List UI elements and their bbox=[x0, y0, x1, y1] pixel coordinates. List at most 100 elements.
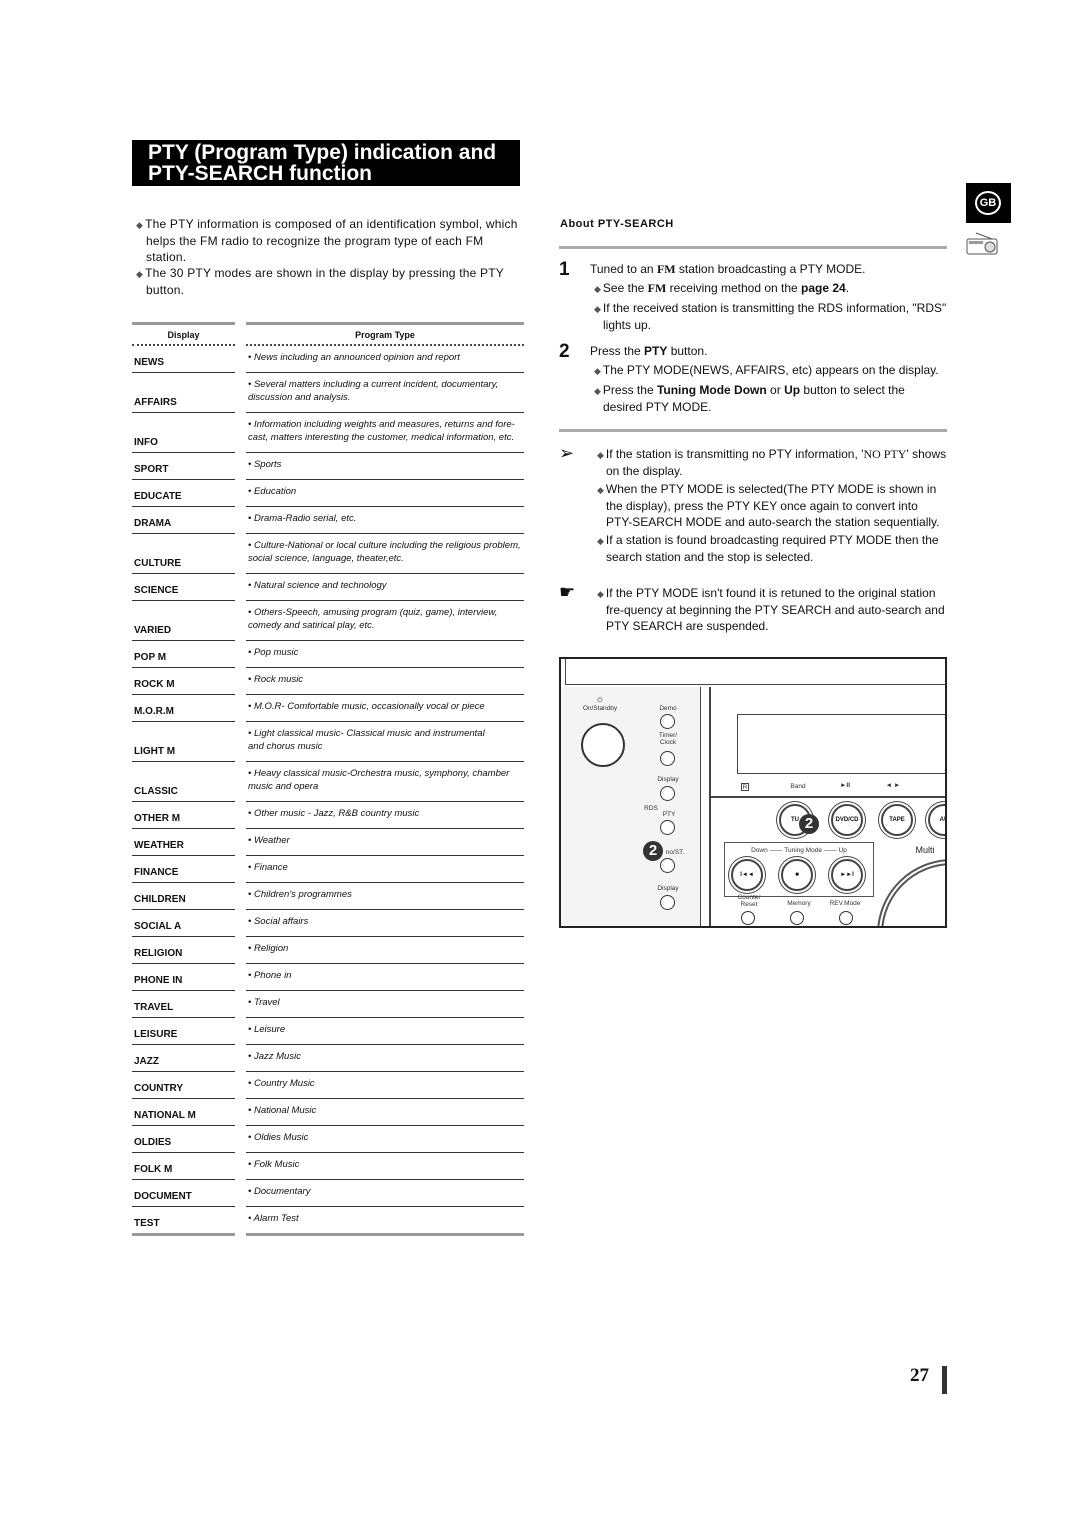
pty-program-type: • Leisure bbox=[246, 1018, 524, 1045]
table-row: OTHER M • Other music - Jazz, R&B country… bbox=[132, 802, 524, 829]
pty-display-code: DOCUMENT bbox=[132, 1180, 235, 1207]
pty-program-type: • Travel bbox=[246, 991, 524, 1018]
tape-button[interactable]: TAPE bbox=[881, 804, 913, 836]
pty-display-code: M.O.R.M bbox=[132, 695, 235, 722]
pty-program-type: • Education bbox=[246, 480, 524, 507]
pty-program-type: • Documentary bbox=[246, 1180, 524, 1207]
divider bbox=[559, 246, 947, 249]
table-row: AFFAIRS • Several matters including a cur… bbox=[132, 373, 524, 413]
pty-display-code: FINANCE bbox=[132, 856, 235, 883]
step-number: 1 bbox=[559, 259, 570, 280]
table-row: LEISURE • Leisure bbox=[132, 1018, 524, 1045]
pty-program-type: • Heavy classical music-Orchestra music,… bbox=[246, 762, 524, 802]
radio-icon bbox=[966, 232, 998, 255]
multi-label: Multi bbox=[905, 845, 945, 855]
table-row: JAZZ • Jazz Music bbox=[132, 1045, 524, 1072]
step-bullet: ◆ If the received station is transmitting… bbox=[594, 301, 947, 332]
pty-program-type: • Rock music bbox=[246, 668, 524, 695]
demo-button[interactable] bbox=[660, 714, 675, 729]
tip-block: ☛ ◆ If the PTY MODE isn't found it is ret… bbox=[559, 583, 947, 636]
diamond-icon: ◆ bbox=[136, 269, 144, 279]
table-header: Display Program Type bbox=[132, 322, 524, 346]
table-row: TEST • Alarm Test bbox=[132, 1207, 524, 1236]
pty-display-code: NEWS bbox=[132, 346, 235, 373]
step-1: 1 Tuned to an FM station broadcasting a … bbox=[559, 259, 947, 333]
table-row: INFO • Information including weights and … bbox=[132, 413, 524, 453]
display-button[interactable] bbox=[660, 895, 675, 910]
table-row: SPORT • Sports bbox=[132, 453, 524, 480]
rev-mode-button[interactable] bbox=[839, 911, 853, 925]
pty-program-type: • News including an announced opinion an… bbox=[246, 346, 524, 373]
section-heading: About PTY-SEARCH bbox=[560, 218, 674, 230]
table-row: SCIENCE • Natural science and technology bbox=[132, 574, 524, 601]
language-badge: GB bbox=[966, 183, 1011, 223]
pty-program-type: • Alarm Test bbox=[246, 1207, 524, 1236]
table-row: LIGHT M • Light classical music- Classica… bbox=[132, 722, 524, 762]
table-row: DRAMA • Drama-Radio serial, etc. bbox=[132, 507, 524, 534]
intro-bullet: ◆ The 30 PTY modes are shown in the displ… bbox=[136, 266, 504, 297]
pty-display-code: EDUCATE bbox=[132, 480, 235, 507]
pty-program-type: • Other music - Jazz, R&B country music bbox=[246, 802, 524, 829]
pty-program-type: • Several matters including a current in… bbox=[246, 373, 524, 413]
multi-jog-dial[interactable] bbox=[877, 859, 945, 926]
tuning-up-button[interactable]: ►►I bbox=[831, 859, 863, 891]
on-standby-button[interactable] bbox=[581, 723, 625, 767]
pty-program-type: • Natural science and technology bbox=[246, 574, 524, 601]
table-row: PHONE IN • Phone in bbox=[132, 964, 524, 991]
table-row: CULTURE • Culture-National or local cultu… bbox=[132, 534, 524, 574]
stop-button[interactable]: ■ bbox=[781, 859, 813, 891]
table-row: VARIED • Others-Speech, amusing program (… bbox=[132, 601, 524, 641]
power-icon: ⏻ bbox=[597, 697, 603, 704]
table-row: FOLK M • Folk Music bbox=[132, 1153, 524, 1180]
pty-display-code: JAZZ bbox=[132, 1045, 235, 1072]
pty-display-code: VARIED bbox=[132, 601, 235, 641]
front-panel-illustration: ⏻ On/Standby Demo Timer/ Clock Display RD… bbox=[559, 657, 947, 928]
table-row: TRAVEL • Travel bbox=[132, 991, 524, 1018]
pty-display-code: CHILDREN bbox=[132, 883, 235, 910]
pty-display-code: TRAVEL bbox=[132, 991, 235, 1018]
pty-display-code: NATIONAL M bbox=[132, 1099, 235, 1126]
tuning-down-button[interactable]: I◄◄ bbox=[731, 859, 763, 891]
pty-program-type: • Information including weights and meas… bbox=[246, 413, 524, 453]
pty-display-code: LEISURE bbox=[132, 1018, 235, 1045]
table-row: POP M • Pop music bbox=[132, 641, 524, 668]
header-program-type: Program Type bbox=[246, 322, 524, 346]
pty-program-type: • Pop music bbox=[246, 641, 524, 668]
table-row: COUNTRY • Country Music bbox=[132, 1072, 524, 1099]
aux-button[interactable]: AU bbox=[928, 804, 945, 836]
diamond-icon: ◆ bbox=[136, 220, 144, 230]
table-row: EDUCATE • Education bbox=[132, 480, 524, 507]
step-text: Press the PTY button. bbox=[590, 344, 708, 358]
pty-program-type: • Folk Music bbox=[246, 1153, 524, 1180]
pty-display-code: SOCIAL A bbox=[132, 910, 235, 937]
pty-display-code: OLDIES bbox=[132, 1126, 235, 1153]
pty-program-type: • Children's programmes bbox=[246, 883, 524, 910]
pty-program-type: • Phone in bbox=[246, 964, 524, 991]
mono-st-button[interactable] bbox=[660, 858, 675, 873]
pty-display-code: CULTURE bbox=[132, 534, 235, 574]
counter-reset-button[interactable] bbox=[741, 911, 755, 925]
timer-clock-button[interactable] bbox=[660, 751, 675, 766]
memory-button[interactable] bbox=[790, 911, 804, 925]
table-row: DOCUMENT • Documentary bbox=[132, 1180, 524, 1207]
about-pty-search: About PTY-SEARCH 1 Tuned to an FM statio… bbox=[559, 218, 947, 636]
table-row: M.O.R.M • M.O.R- Comfortable music, occas… bbox=[132, 695, 524, 722]
pty-program-type: • Religion bbox=[246, 937, 524, 964]
dvd-cd-button[interactable]: DVD/CD bbox=[831, 804, 863, 836]
pty-display-code: PHONE IN bbox=[132, 964, 235, 991]
pty-program-type: • Drama-Radio serial, etc. bbox=[246, 507, 524, 534]
pty-program-type: • National Music bbox=[246, 1099, 524, 1126]
pty-button[interactable] bbox=[660, 820, 675, 835]
pty-display-code: DRAMA bbox=[132, 507, 235, 534]
pty-display-code: TEST bbox=[132, 1207, 235, 1236]
page-number: 27 bbox=[910, 1365, 929, 1386]
display-button[interactable] bbox=[660, 786, 675, 801]
callout-badge: 2 bbox=[799, 814, 819, 834]
pty-display-code: WEATHER bbox=[132, 829, 235, 856]
step-text: Tuned to an FM station broadcasting a PT… bbox=[590, 262, 866, 276]
step-bullet: ◆ The PTY MODE(NEWS, AFFAIRS, etc) appear… bbox=[594, 363, 939, 377]
header-display: Display bbox=[132, 322, 235, 346]
pty-display-code: INFO bbox=[132, 413, 235, 453]
divider bbox=[559, 429, 947, 432]
pty-program-type: • Culture-National or local culture incl… bbox=[246, 534, 524, 574]
